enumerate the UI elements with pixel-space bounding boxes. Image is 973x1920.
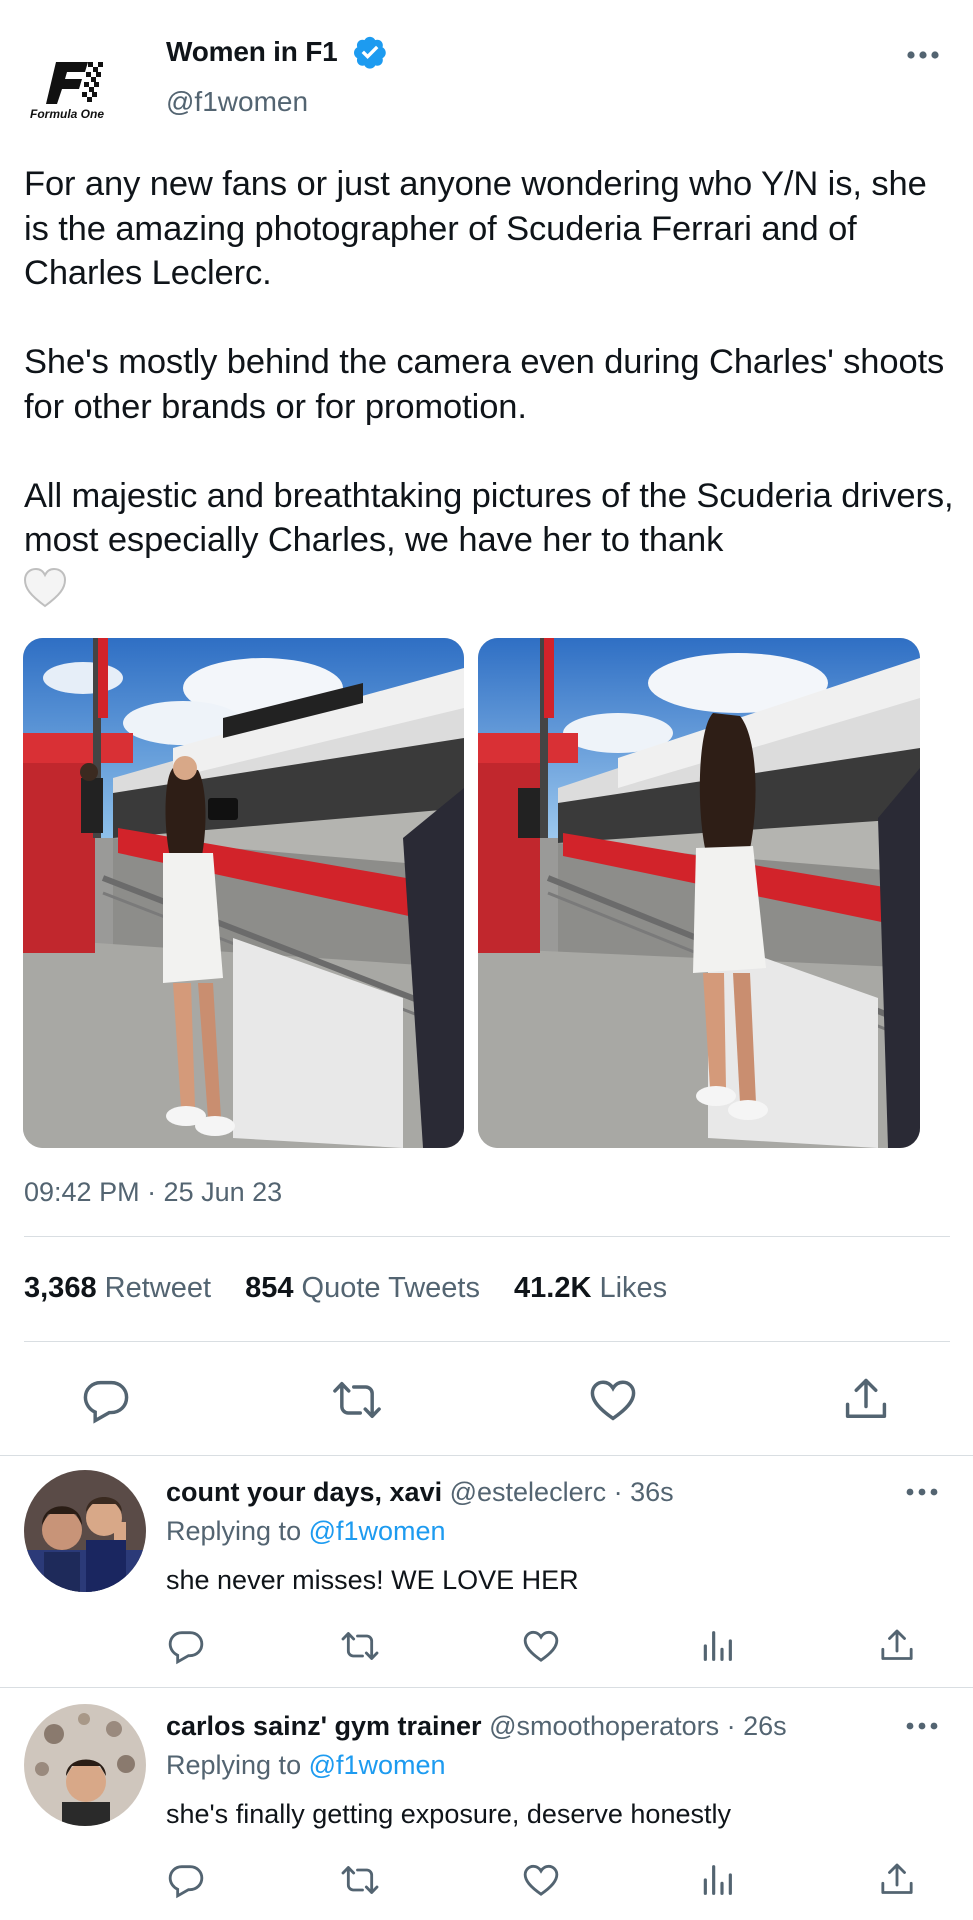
- white-heart-emoji-icon: [22, 566, 68, 610]
- tweet-timestamp[interactable]: 09:42 PM · 25 Jun 23: [24, 1177, 282, 1208]
- reply-2-avatar[interactable]: [24, 1704, 146, 1826]
- reply-2-name[interactable]: carlos sainz' gym trainer: [166, 1711, 482, 1741]
- reply-2-text: she's finally getting exposure, deserve …: [166, 1799, 731, 1829]
- reply-2-more-icon[interactable]: [905, 1719, 939, 1733]
- avatar-image: [24, 1470, 146, 1592]
- avatar-image: [24, 1704, 146, 1826]
- reply-1-replying-to: Replying to @f1women: [166, 1516, 446, 1547]
- tweet-stats: 3,368 Retweet 854 Quote Tweets 41.2K Lik…: [24, 1272, 667, 1305]
- author-avatar[interactable]: Formula One: [22, 52, 140, 122]
- verified-badge-icon: [352, 34, 388, 70]
- reply-2-time[interactable]: · 26s: [727, 1711, 787, 1741]
- divider: [0, 1455, 973, 1456]
- formula-one-logo: Formula One: [30, 62, 104, 121]
- reply-2-replying-to: Replying to @f1women: [166, 1750, 446, 1781]
- reply-1-avatar[interactable]: [24, 1470, 146, 1592]
- reply-1-handle[interactable]: @esteleclerc: [450, 1477, 606, 1507]
- reply-1-text: she never misses! WE LOVE HER: [166, 1565, 579, 1595]
- retweet-icon[interactable]: [331, 1374, 383, 1426]
- likes-label[interactable]: Likes: [599, 1272, 667, 1304]
- quote-tweets-label[interactable]: Quote Tweets: [302, 1272, 480, 1304]
- like-icon[interactable]: [587, 1374, 639, 1426]
- reply-1-more-icon[interactable]: [905, 1485, 939, 1499]
- quote-tweets-count[interactable]: 854: [245, 1272, 293, 1304]
- author-name[interactable]: Women in F1: [166, 36, 338, 68]
- reply-2-analytics-icon[interactable]: [697, 1860, 737, 1900]
- retweet-label[interactable]: Retweet: [105, 1272, 211, 1304]
- replying-to-label: Replying to: [166, 1516, 302, 1546]
- reply-2-retweet-icon[interactable]: [340, 1860, 380, 1900]
- replying-to-handle[interactable]: @f1women: [309, 1750, 446, 1780]
- divider: [0, 1687, 973, 1688]
- reply-1-like-icon[interactable]: [521, 1626, 561, 1666]
- tweet-photo-2[interactable]: [478, 638, 920, 1148]
- more-options-icon[interactable]: [905, 46, 941, 64]
- reply-1-header: count your days, xavi @esteleclerc · 36s: [166, 1477, 674, 1508]
- reply-icon[interactable]: [80, 1374, 132, 1426]
- tweet-photo-1[interactable]: [23, 638, 464, 1148]
- divider: [24, 1236, 950, 1237]
- reply-2-like-icon[interactable]: [521, 1860, 561, 1900]
- divider: [24, 1341, 950, 1342]
- reply-1-reply-icon[interactable]: [166, 1626, 206, 1666]
- tweet-text: For any new fans or just anyone wonderin…: [24, 165, 954, 559]
- reply-1-analytics-icon[interactable]: [697, 1626, 737, 1666]
- photographer-back-view-image: [478, 638, 920, 1148]
- likes-count[interactable]: 41.2K: [514, 1272, 591, 1304]
- reply-1-share-icon[interactable]: [877, 1626, 917, 1666]
- retweet-count[interactable]: 3,368: [24, 1272, 97, 1304]
- reply-2-share-icon[interactable]: [877, 1860, 917, 1900]
- photographer-pit-lane-image: [23, 638, 464, 1148]
- reply-1-time[interactable]: · 36s: [614, 1477, 674, 1507]
- share-icon[interactable]: [840, 1374, 892, 1426]
- author-handle[interactable]: @f1women: [166, 86, 308, 118]
- reply-1-retweet-icon[interactable]: [340, 1626, 380, 1666]
- replying-to-handle[interactable]: @f1women: [309, 1516, 446, 1546]
- replying-to-label: Replying to: [166, 1750, 302, 1780]
- reply-2-header: carlos sainz' gym trainer @smoothoperato…: [166, 1711, 787, 1742]
- reply-1-name[interactable]: count your days, xavi: [166, 1477, 442, 1507]
- reply-2-reply-icon[interactable]: [166, 1860, 206, 1900]
- reply-2-handle[interactable]: @smoothoperators: [489, 1711, 719, 1741]
- logo-text: Formula One: [30, 107, 104, 121]
